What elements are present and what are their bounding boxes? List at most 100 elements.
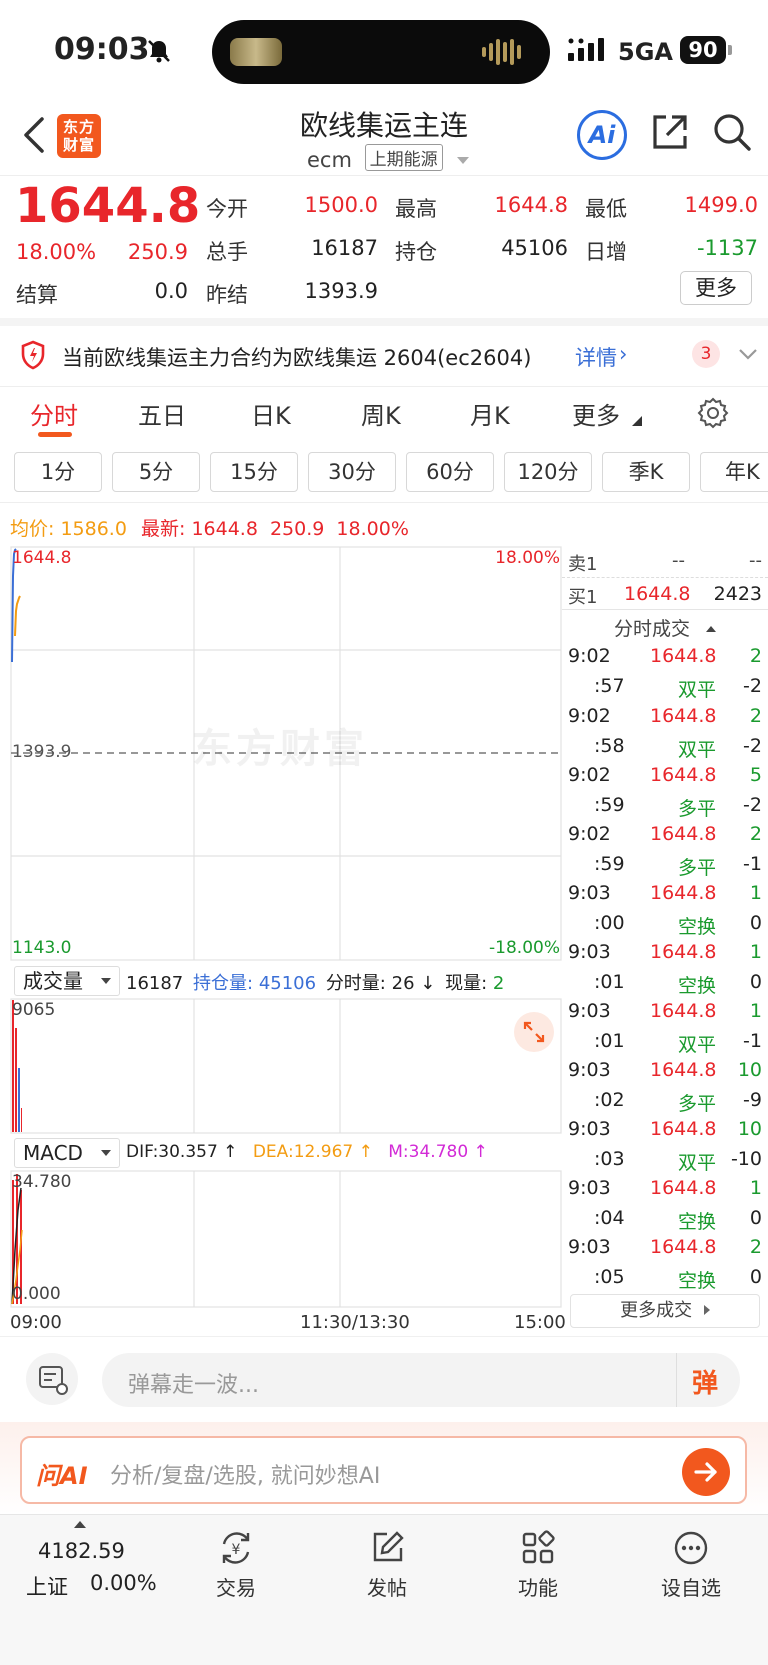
yen-exchange-icon: ¥ [186, 1528, 286, 1568]
share-icon[interactable] [650, 112, 690, 156]
intraday-chart[interactable]: 东方财富 1644.8 18.00% 1393.9 1143.0 -18.00% [10, 546, 562, 962]
period-1min[interactable]: 1分 [14, 452, 102, 492]
nav-add-watchlist-label: 设自选 [661, 1576, 721, 1600]
nav-functions[interactable]: 功能 [488, 1528, 588, 1601]
notice-detail-link[interactable]: 详情 [575, 342, 617, 372]
trade-type: 多平 [678, 1093, 717, 1115]
trade-volume: 2 [749, 645, 762, 667]
period-30min[interactable]: 30分 [308, 452, 396, 492]
position-value: 45106 [501, 236, 568, 260]
period-15min[interactable]: 15分 [210, 452, 298, 492]
comment-list-icon[interactable] [26, 1353, 78, 1405]
trade-row: :05 空换 0 [562, 1263, 762, 1293]
trade-oi-change: 0 [749, 971, 762, 993]
ai-button[interactable]: Ai [577, 110, 627, 160]
order-book: 卖1 -- -- 买1 1644.8 2423 [562, 546, 768, 610]
nav-trade-label: 交易 [216, 1576, 256, 1600]
trade-time: 9:03 [568, 1236, 611, 1258]
tab-day-k[interactable]: 日K [251, 396, 291, 431]
axis-time-mid: 11:30/13:30 [300, 1312, 410, 1333]
dropdown-arrow-icon [101, 1150, 111, 1156]
ask-ai-area: 问AI 分析/复盘/选股, 就问妙想AI [0, 1422, 768, 1514]
trade-row: 9:03 1644.8 2 [562, 1233, 762, 1263]
sort-up-icon [706, 626, 717, 632]
trade-type: 空换 [678, 1270, 717, 1292]
macd-indicator-select[interactable]: MACD [14, 1138, 120, 1168]
nav-post[interactable]: 发帖 [337, 1528, 437, 1601]
trades-header[interactable]: 分时成交 [562, 614, 768, 641]
trade-price: 1644.8 [650, 1000, 717, 1022]
trade-price: 1644.8 [650, 705, 717, 727]
high-value: 1644.8 [494, 193, 568, 217]
trade-time: :58 [594, 735, 625, 757]
prev-settle-value: 1393.9 [304, 279, 378, 303]
macd-chart[interactable]: 34.780 0.000 [10, 1170, 562, 1308]
trade-price: 1644.8 [650, 1177, 717, 1199]
search-icon[interactable] [712, 112, 752, 156]
bid-row: 买1 1644.8 2423 [562, 578, 768, 610]
trade-time: :00 [594, 912, 625, 934]
volume-indicator-select[interactable]: 成交量 [14, 966, 120, 996]
more-dots-icon [641, 1528, 741, 1568]
dropdown-arrow-icon [101, 978, 111, 984]
gear-icon[interactable] [697, 397, 729, 433]
trade-type: 双平 [678, 739, 717, 761]
period-year-k[interactable]: 年K [700, 452, 768, 492]
tab-month-k[interactable]: 月K [470, 396, 510, 431]
ask-ai-input[interactable]: 问AI 分析/复盘/选股, 就问妙想AI [20, 1436, 747, 1504]
open-value: 1500.0 [304, 193, 378, 217]
macd-dea: DEA:12.967 ↑ [252, 1142, 373, 1162]
macd-m: M:34.780 ↑ [388, 1142, 488, 1162]
latest-change: 250.9 [269, 518, 325, 540]
period-5min[interactable]: 5分 [112, 452, 200, 492]
more-quote-button[interactable]: 更多 [680, 271, 752, 305]
danmu-toggle-button[interactable]: 弹 [692, 1363, 718, 1400]
nav-trade[interactable]: ¥ 交易 [186, 1528, 286, 1601]
volume-value: 16187 [311, 236, 378, 260]
trade-time: :03 [594, 1148, 625, 1170]
nav-add-watchlist[interactable]: 设自选 [641, 1528, 741, 1601]
current-volume-label: 现量: [445, 973, 488, 994]
expand-icon[interactable] [514, 1012, 554, 1052]
trade-time: 9:03 [568, 1118, 611, 1140]
volume-indicator-label: 成交量 [23, 969, 83, 993]
tab-more[interactable]: 更多 [572, 396, 620, 431]
mute-icon [146, 38, 172, 68]
trade-type: 多平 [678, 857, 717, 879]
trade-price: 1644.8 [650, 764, 717, 786]
period-quarter-k[interactable]: 季K [602, 452, 690, 492]
trade-row: :01 双平 -1 [562, 1027, 762, 1057]
tab-five-day[interactable]: 五日 [138, 396, 186, 431]
comment-bar: 弹幕走一波... 弹 [0, 1336, 768, 1422]
trade-type: 双平 [678, 1034, 717, 1056]
price-info-line: 均价: 1586.0 最新: 1644.8 250.9 18.00% [10, 514, 409, 541]
contract-selector[interactable]: ecm 上期能源 [307, 144, 470, 172]
minute-volume-label: 分时量: [325, 973, 386, 994]
tab-minute[interactable]: 分时 [30, 396, 78, 431]
nav-post-label: 发帖 [367, 1576, 407, 1600]
macd-dif: DIF:30.357 ↑ [126, 1142, 238, 1162]
chart-top-price: 1644.8 [12, 548, 72, 568]
trade-oi-change: -2 [743, 675, 762, 697]
chevron-down-icon[interactable] [738, 346, 758, 365]
divider [676, 1353, 677, 1407]
trade-volume: 5 [749, 764, 762, 786]
notice-bar[interactable]: 当前欧线集运主力合约为欧线集运 2604(ec2604) 详情 › 3 [0, 326, 768, 386]
tab-week-k[interactable]: 周K [361, 396, 401, 431]
trade-oi-change: 0 [749, 1207, 762, 1229]
period-60min[interactable]: 60分 [406, 452, 494, 492]
trade-row: 9:02 1644.8 2 [562, 642, 762, 672]
danmu-input[interactable]: 弹幕走一波... 弹 [102, 1353, 740, 1407]
period-120min[interactable]: 120分 [504, 452, 592, 492]
arrow-right-icon[interactable] [682, 1448, 730, 1496]
trade-oi-change: 0 [749, 1266, 762, 1288]
ask-volume: -- [749, 550, 762, 571]
active-tab-indicator [38, 432, 72, 437]
divider [0, 386, 768, 387]
axis-time-start: 09:00 [10, 1312, 62, 1333]
trade-volume: 2 [749, 1236, 762, 1258]
volume-chart[interactable]: 9065 [10, 998, 562, 1134]
more-trades-button[interactable]: 更多成交 [570, 1294, 760, 1328]
divider [0, 502, 768, 503]
trade-time: :57 [594, 675, 625, 697]
